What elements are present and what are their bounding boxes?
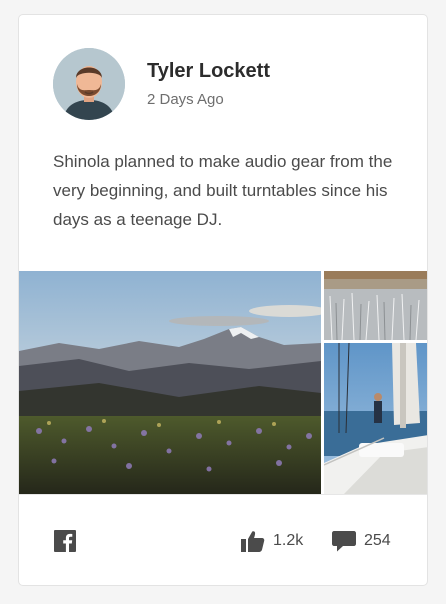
post-body: Shinola planned to make audio gear from …	[53, 152, 393, 229]
author-name[interactable]: Tyler Lockett	[147, 59, 270, 83]
thumbs-up-icon	[241, 531, 265, 552]
post-card: Tyler Lockett 2 Days Ago Shinola planned…	[18, 14, 428, 586]
avatar[interactable]	[53, 48, 125, 120]
photo-gallery	[19, 271, 427, 494]
facebook-icon	[54, 530, 76, 552]
like-button[interactable]: 1.2k	[241, 528, 303, 554]
person-avatar-icon	[53, 48, 125, 120]
author-info: Tyler Lockett 2 Days Ago	[147, 59, 270, 109]
post-actions: 1.2k 254	[19, 495, 427, 585]
comment-count: 254	[364, 532, 391, 549]
sailboat-photo[interactable]	[324, 343, 427, 494]
like-count: 1.2k	[273, 532, 304, 549]
mountain-meadow-photo[interactable]	[19, 271, 321, 494]
facebook-share-button[interactable]	[54, 530, 76, 552]
comment-button[interactable]: 254	[332, 528, 391, 554]
post-timestamp: 2 Days Ago	[147, 91, 224, 108]
comment-icon	[332, 531, 356, 552]
post-header: Tyler Lockett 2 Days Ago	[53, 48, 270, 120]
frosted-field-photo[interactable]	[324, 271, 427, 340]
